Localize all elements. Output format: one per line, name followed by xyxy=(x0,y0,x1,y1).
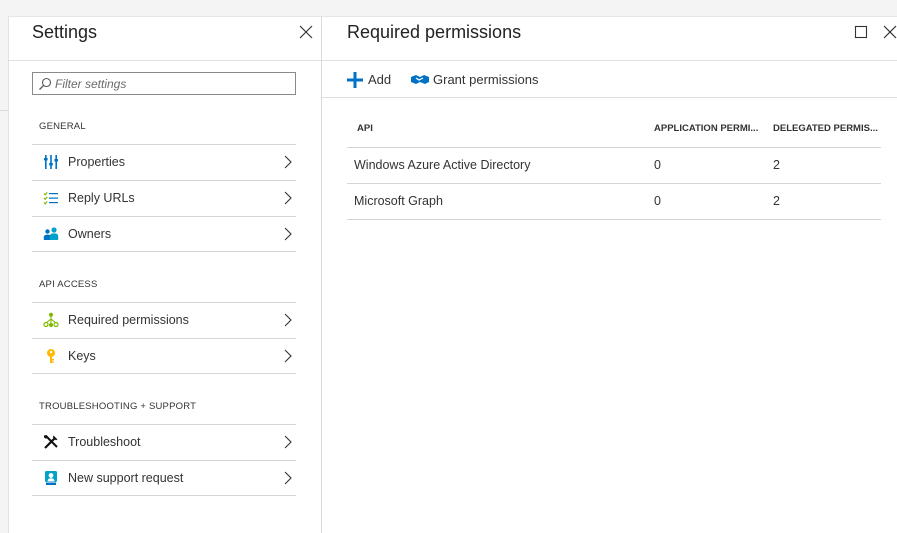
chevron-right-icon xyxy=(284,155,292,169)
permissions-table: API APPLICATION PERMI... DELEGATED PERMI… xyxy=(347,118,881,220)
table-row[interactable]: Windows Azure Active Directory 0 2 xyxy=(347,148,881,184)
column-header-application-permissions: APPLICATION PERMI... xyxy=(654,123,759,134)
cell-delegated-permissions: 2 xyxy=(773,158,780,172)
menu-item-troubleshoot[interactable]: Troubleshoot xyxy=(32,424,296,460)
permissions-toolbar: Add Grant permissions xyxy=(322,62,897,98)
menu-item-keys[interactable]: Keys xyxy=(32,338,296,374)
reply-urls-icon xyxy=(43,192,58,205)
grant-permissions-icon xyxy=(411,75,429,84)
section-heading-general: GENERAL xyxy=(39,121,86,132)
previous-blade-divider xyxy=(0,110,9,111)
cell-api: Windows Azure Active Directory xyxy=(354,158,531,172)
section-heading-troubleshooting-support: TROUBLESHOOTING + SUPPORT xyxy=(39,401,197,412)
key-icon xyxy=(47,349,55,363)
close-icon xyxy=(883,25,897,39)
filter-settings-input[interactable] xyxy=(55,75,291,92)
general-menu: Properties Reply URLs Owners xyxy=(32,144,296,252)
menu-item-label: Properties xyxy=(68,155,125,169)
filter-settings-field[interactable] xyxy=(32,72,296,95)
permissions-close-button[interactable] xyxy=(882,24,897,40)
grant-permissions-label: Grant permissions xyxy=(433,72,539,87)
required-permissions-blade: Required permissions Add Grant permissio… xyxy=(322,16,897,533)
menu-item-reply-urls[interactable]: Reply URLs xyxy=(32,180,296,216)
column-header-api: API xyxy=(357,123,373,134)
grant-permissions-button[interactable]: Grant permissions xyxy=(411,70,541,90)
chevron-right-icon xyxy=(284,471,292,485)
troubleshooting-menu: Troubleshoot New support request xyxy=(32,424,296,496)
menu-item-label: New support request xyxy=(68,471,184,485)
search-icon xyxy=(39,77,52,90)
menu-item-required-permissions[interactable]: Required permissions xyxy=(32,302,296,338)
table-row[interactable]: Microsoft Graph 0 2 xyxy=(347,184,881,220)
settings-close-button[interactable] xyxy=(297,23,315,41)
chevron-right-icon xyxy=(284,349,292,363)
permissions-header: Required permissions xyxy=(322,17,897,61)
table-header: API APPLICATION PERMI... DELEGATED PERMI… xyxy=(347,118,881,148)
chevron-right-icon xyxy=(284,435,292,449)
required-permissions-icon xyxy=(43,312,59,328)
support-request-icon xyxy=(45,471,57,485)
menu-item-label: Required permissions xyxy=(68,313,189,327)
menu-item-owners[interactable]: Owners xyxy=(32,216,296,252)
column-header-delegated-permissions: DELEGATED PERMIS... xyxy=(773,123,878,134)
cell-api: Microsoft Graph xyxy=(354,194,443,208)
cell-application-permissions: 0 xyxy=(654,194,661,208)
cell-application-permissions: 0 xyxy=(654,158,661,172)
menu-item-new-support-request[interactable]: New support request xyxy=(32,460,296,496)
chevron-right-icon xyxy=(284,227,292,241)
add-button[interactable]: Add xyxy=(347,70,397,90)
add-label: Add xyxy=(368,72,392,87)
properties-icon xyxy=(44,155,58,169)
chevron-right-icon xyxy=(284,191,292,205)
api-access-menu: Required permissions Keys xyxy=(32,302,296,374)
chevron-right-icon xyxy=(284,313,292,327)
troubleshoot-icon xyxy=(44,435,58,449)
settings-header: Settings xyxy=(9,17,321,61)
menu-item-label: Reply URLs xyxy=(68,191,135,205)
settings-blade: Settings GENERAL Properties xyxy=(9,16,322,533)
permissions-title: Required permissions xyxy=(347,22,522,42)
owners-icon xyxy=(43,227,59,240)
menu-item-label: Keys xyxy=(68,349,96,363)
section-heading-api-access: API ACCESS xyxy=(39,279,98,290)
maximize-button[interactable] xyxy=(854,25,868,39)
menu-item-label: Troubleshoot xyxy=(68,435,141,449)
cell-delegated-permissions: 2 xyxy=(773,194,780,208)
maximize-icon xyxy=(854,25,868,39)
menu-item-label: Owners xyxy=(68,227,112,241)
settings-title: Settings xyxy=(32,22,98,42)
top-strip xyxy=(0,0,897,16)
plus-icon xyxy=(347,72,363,88)
menu-item-properties[interactable]: Properties xyxy=(32,144,296,180)
close-icon xyxy=(299,25,313,39)
previous-blade-edge xyxy=(0,16,9,533)
